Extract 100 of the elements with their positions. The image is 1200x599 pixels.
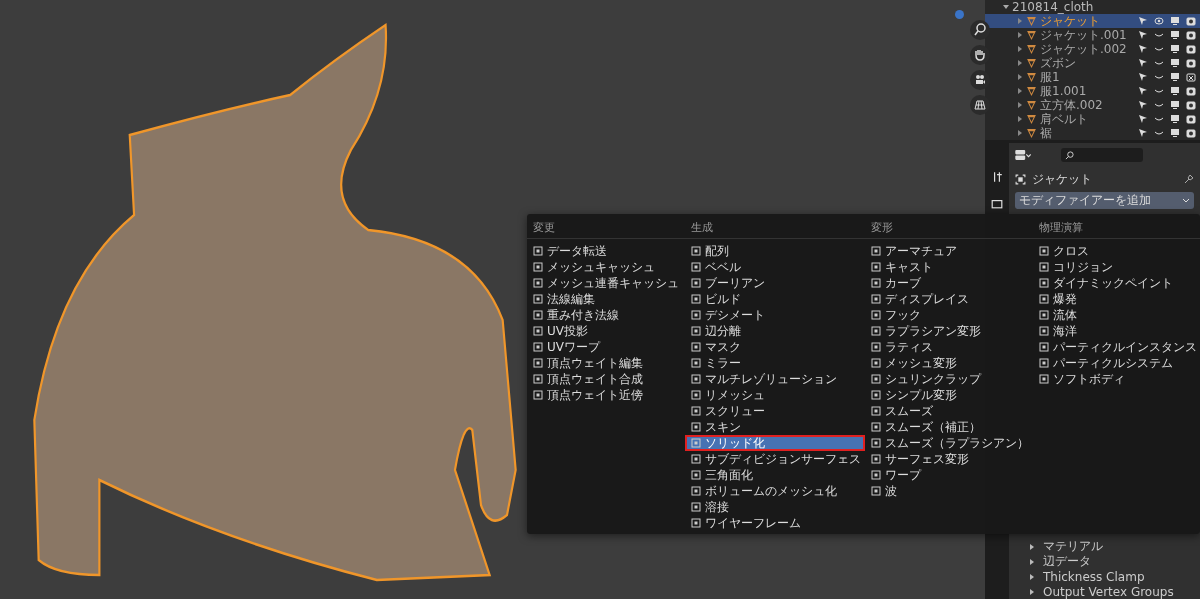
menu-item[interactable]: 辺分離	[685, 323, 865, 339]
menu-item[interactable]: リメッシュ	[685, 387, 865, 403]
render-icon[interactable]	[991, 197, 1003, 209]
camera-icon[interactable]	[1186, 44, 1196, 54]
menu-item[interactable]: メッシュ変形	[865, 355, 1033, 371]
menu-item[interactable]: ダイナミックペイント	[1033, 275, 1200, 291]
menu-item[interactable]: 波	[865, 483, 1033, 499]
menu-item[interactable]: ディスプレイス	[865, 291, 1033, 307]
menu-item[interactable]: サブディビジョンサーフェス	[685, 451, 865, 467]
menu-item[interactable]: コリジョン	[1033, 259, 1200, 275]
triangle-icon	[1026, 113, 1037, 125]
eye-icon[interactable]	[1154, 16, 1164, 26]
menu-item[interactable]: ラプラシアン変形	[865, 323, 1033, 339]
menu-item[interactable]: シュリンクラップ	[865, 371, 1033, 387]
camera-icon[interactable]	[1186, 30, 1196, 40]
camera-icon[interactable]	[1186, 114, 1196, 124]
object-name: 肩ベルト	[1040, 111, 1089, 127]
monitor-icon[interactable]	[1170, 72, 1180, 82]
menu-item[interactable]: ラティス	[865, 339, 1033, 355]
panel-header[interactable]: 辺データ	[1015, 554, 1194, 569]
panel-header[interactable]: Thickness Clamp	[1015, 569, 1194, 584]
menu-column-title: 生成	[685, 218, 865, 239]
menu-item[interactable]: 流体	[1033, 307, 1200, 323]
menu-item[interactable]: UVワープ	[527, 339, 685, 355]
search-field[interactable]	[1061, 148, 1143, 162]
menu-item[interactable]: サーフェス変形	[865, 451, 1033, 467]
monitor-icon[interactable]	[1170, 16, 1180, 26]
menu-item[interactable]: スキン	[685, 419, 865, 435]
editor-type-icon[interactable]	[1015, 149, 1031, 161]
menu-item[interactable]: ベベル	[685, 259, 865, 275]
camera-icon[interactable]	[1186, 58, 1196, 68]
expand-arrow-icon[interactable]	[1017, 74, 1023, 80]
axis-dot-icon[interactable]	[955, 10, 964, 19]
outliner-row[interactable]: 肩ベルト	[985, 112, 1200, 126]
menu-item[interactable]: デシメート	[685, 307, 865, 323]
menu-item[interactable]: メッシュ連番キャッシュ	[527, 275, 685, 291]
menu-item[interactable]: ワープ	[865, 467, 1033, 483]
monitor-icon[interactable]	[1170, 114, 1180, 124]
expand-arrow-icon[interactable]	[1017, 102, 1023, 108]
menu-item[interactable]: ソフトボディ	[1033, 371, 1200, 387]
expand-arrow-icon[interactable]	[1017, 130, 1023, 136]
panel-header[interactable]: マテリアル	[1015, 539, 1194, 554]
camera-icon[interactable]	[1186, 86, 1196, 96]
monitor-icon[interactable]	[1170, 30, 1180, 40]
menu-item[interactable]: マルチレゾリューション	[685, 371, 865, 387]
outliner-row[interactable]: ジャケット	[985, 14, 1200, 28]
pin-icon[interactable]	[1184, 174, 1194, 184]
expand-arrow-icon[interactable]	[1017, 46, 1023, 52]
menu-item[interactable]: メッシュキャッシュ	[527, 259, 685, 275]
expand-arrow-icon[interactable]	[1017, 32, 1023, 38]
monitor-icon[interactable]	[1170, 86, 1180, 96]
menu-item[interactable]: カーブ	[865, 275, 1033, 291]
menu-item[interactable]: スムーズ	[865, 403, 1033, 419]
menu-item[interactable]: パーティクルシステム	[1033, 355, 1200, 371]
menu-item[interactable]: マスク	[685, 339, 865, 355]
menu-item[interactable]: データ転送	[527, 243, 685, 259]
camera-icon[interactable]	[1186, 128, 1196, 138]
monitor-icon[interactable]	[1170, 128, 1180, 138]
camera-icon[interactable]	[1186, 100, 1196, 110]
outliner-row[interactable]: 裾	[985, 126, 1200, 140]
expand-arrow-icon[interactable]	[1003, 4, 1009, 10]
expand-arrow-icon[interactable]	[1017, 88, 1023, 94]
monitor-icon[interactable]	[1170, 44, 1180, 54]
chevron-down-icon	[1182, 198, 1190, 203]
menu-item[interactable]: パーティクルインスタンス	[1033, 339, 1200, 355]
menu-item[interactable]: スムーズ（補正）	[865, 419, 1033, 435]
menu-item[interactable]: 法線編集	[527, 291, 685, 307]
menu-item[interactable]: 爆発	[1033, 291, 1200, 307]
menu-item[interactable]: アーマチュア	[865, 243, 1033, 259]
monitor-icon[interactable]	[1170, 58, 1180, 68]
menu-item[interactable]: ワイヤーフレーム	[685, 515, 865, 531]
add-modifier-dropdown[interactable]: モディファイアーを追加	[1015, 192, 1194, 209]
panel-header[interactable]: Output Vertex Groups	[1015, 584, 1194, 599]
menu-item[interactable]: ブーリアン	[685, 275, 865, 291]
menu-item[interactable]: 三角面化	[685, 467, 865, 483]
menu-item[interactable]: シンプル変形	[865, 387, 1033, 403]
menu-item[interactable]: ソリッド化	[685, 435, 865, 451]
outliner-row[interactable]: 210814_cloth	[985, 0, 1200, 14]
menu-item[interactable]: スクリュー	[685, 403, 865, 419]
menu-item[interactable]: 頂点ウェイト合成	[527, 371, 685, 387]
menu-item[interactable]: ビルド	[685, 291, 865, 307]
menu-item[interactable]: クロス	[1033, 243, 1200, 259]
menu-item[interactable]: 配列	[685, 243, 865, 259]
menu-item[interactable]: キャスト	[865, 259, 1033, 275]
menu-item[interactable]: UV投影	[527, 323, 685, 339]
menu-item[interactable]: 重み付き法線	[527, 307, 685, 323]
expand-arrow-icon[interactable]	[1017, 60, 1023, 66]
menu-item[interactable]: スムーズ（ラプラシアン）	[865, 435, 1033, 451]
menu-item[interactable]: フック	[865, 307, 1033, 323]
menu-item[interactable]: 溶接	[685, 499, 865, 515]
monitor-icon[interactable]	[1170, 100, 1180, 110]
menu-item[interactable]: ミラー	[685, 355, 865, 371]
camera-icon[interactable]	[1186, 16, 1196, 26]
menu-item[interactable]: 海洋	[1033, 323, 1200, 339]
tool-icon[interactable]	[991, 171, 1003, 183]
expand-arrow-icon[interactable]	[1017, 116, 1023, 122]
menu-item[interactable]: ボリュームのメッシュ化	[685, 483, 865, 499]
menu-item[interactable]: 頂点ウェイト編集	[527, 355, 685, 371]
menu-item[interactable]: 頂点ウェイト近傍	[527, 387, 685, 403]
search-icon	[1065, 150, 1074, 160]
